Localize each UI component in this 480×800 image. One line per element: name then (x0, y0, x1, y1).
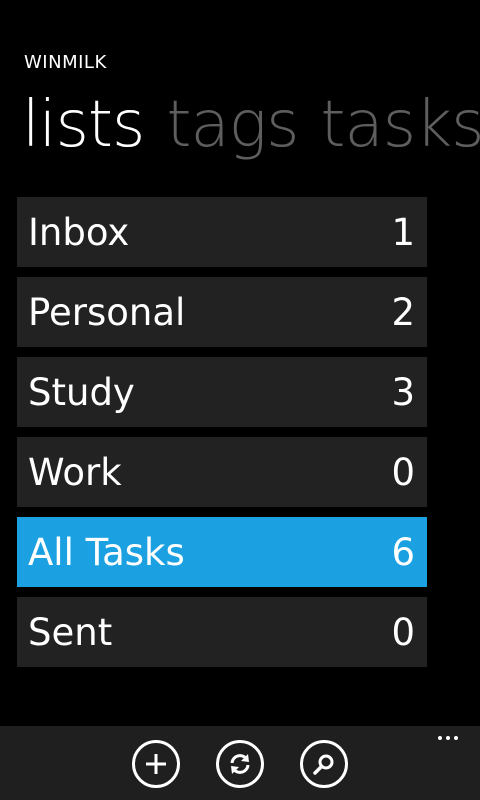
list-count: 0 (391, 450, 415, 494)
search-icon (313, 754, 334, 775)
more-dot (454, 736, 458, 740)
list-name: Personal (28, 290, 186, 334)
list-name: Study (28, 370, 135, 414)
application-bar (0, 726, 480, 800)
list-item-all-tasks[interactable]: All Tasks 6 (17, 517, 427, 587)
pivot-item-tags[interactable]: tags (166, 80, 299, 170)
list-count: 2 (391, 290, 415, 334)
add-icon (146, 754, 166, 774)
more-dot (438, 736, 442, 740)
list-item-inbox[interactable]: Inbox 1 (17, 197, 427, 267)
list-count: 6 (391, 530, 415, 574)
task-lists: Inbox 1 Personal 2 Study 3 Work 0 All Ta… (17, 197, 427, 677)
sync-button[interactable] (216, 740, 264, 788)
app-title: WINMILK (24, 52, 107, 73)
pivot-item-tasks[interactable]: tasks (320, 80, 480, 170)
list-name: Sent (28, 610, 113, 654)
sync-icon (230, 754, 250, 774)
list-item-personal[interactable]: Personal 2 (17, 277, 427, 347)
list-name: Inbox (28, 210, 130, 254)
list-item-sent[interactable]: Sent 0 (17, 597, 427, 667)
search-button[interactable] (300, 740, 348, 788)
list-count: 1 (391, 210, 415, 254)
list-item-work[interactable]: Work 0 (17, 437, 427, 507)
list-item-study[interactable]: Study 3 (17, 357, 427, 427)
pivot-item-lists[interactable]: lists (22, 80, 145, 170)
more-dot (446, 736, 450, 740)
pivot-header: lists tags tasks (22, 80, 480, 170)
list-count: 3 (391, 370, 415, 414)
list-name: Work (28, 450, 122, 494)
more-icon[interactable] (438, 736, 458, 740)
list-name: All Tasks (28, 530, 185, 574)
add-button[interactable] (132, 740, 180, 788)
list-count: 0 (391, 610, 415, 654)
